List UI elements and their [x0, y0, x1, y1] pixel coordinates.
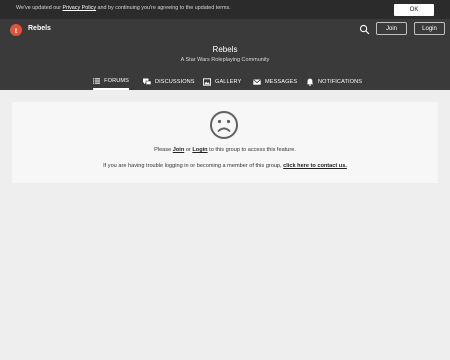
tab-notifications-label: NOTIFICATIONS	[318, 78, 363, 85]
cookie-banner: We've updated our Privacy Policy and by …	[0, 0, 450, 19]
join-link[interactable]: Join	[173, 147, 185, 153]
tab-messages[interactable]: MESSAGES	[253, 73, 297, 90]
contact-us-link[interactable]: click here to contact us.	[283, 163, 347, 169]
join-button[interactable]: Join	[376, 22, 407, 35]
tab-messages-label: MESSAGES	[265, 78, 298, 85]
list-icon	[93, 77, 101, 84]
tab-gallery[interactable]: GALLERY	[203, 73, 241, 90]
access-message-prefix: Please	[154, 147, 173, 153]
chat-icon	[143, 78, 151, 85]
image-icon	[203, 77, 211, 86]
tab-forums[interactable]: FORUMS	[93, 73, 129, 90]
login-button[interactable]: Login	[414, 22, 445, 35]
tab-gallery-label: GALLERY	[215, 78, 242, 85]
tab-discussions-label: DISCUSSIONS	[155, 78, 195, 85]
login-link[interactable]: Login	[192, 147, 207, 153]
search-icon[interactable]	[359, 24, 370, 35]
tab-notifications[interactable]: NOTIFICATIONS	[306, 73, 362, 90]
site-logo-icon[interactable]: t	[10, 24, 22, 36]
bell-icon	[306, 78, 314, 86]
tab-discussions[interactable]: DISCUSSIONS	[143, 73, 195, 90]
envelope-icon	[253, 78, 261, 85]
group-nav: FORUMS DISCUSSIONS GALLERY MESSAGES NOTI…	[0, 73, 450, 90]
access-denied-panel: Please Join or Login to this group to ac…	[12, 102, 438, 183]
sad-face-icon	[210, 111, 238, 139]
cookie-text-suffix: and by continuing you're agreeing to the…	[96, 5, 231, 11]
page-title: Rebels	[212, 45, 238, 54]
access-message: Please Join or Login to this group to ac…	[12, 147, 438, 153]
group-subtitle: A Star Wars Roleplaying Community	[180, 57, 270, 63]
cookie-message: We've updated our Privacy Policy and by …	[16, 5, 231, 11]
help-message: If you are having trouble logging in or …	[12, 163, 438, 169]
cookie-text-prefix: We've updated our	[16, 5, 63, 11]
tab-forums-label: FORUMS	[104, 77, 129, 84]
cookie-ok-button[interactable]: OK	[394, 4, 434, 16]
group-header: t Rebels Join Login Rebels A Star Wars R…	[0, 19, 450, 90]
topbar-group-name[interactable]: Rebels	[28, 25, 51, 32]
privacy-policy-link[interactable]: Privacy Policy	[62, 5, 96, 11]
help-message-prefix: If you are having trouble logging in or …	[103, 163, 284, 169]
access-message-suffix: to this group to access this feature.	[207, 147, 296, 153]
